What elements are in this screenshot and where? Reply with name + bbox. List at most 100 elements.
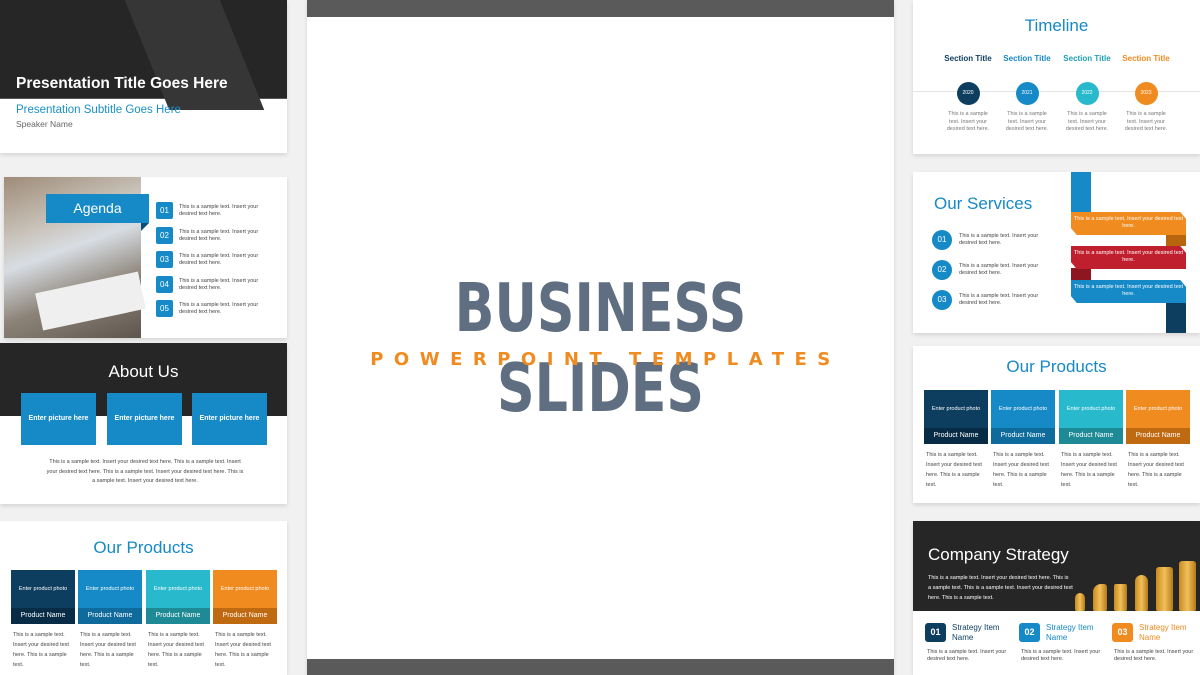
speaker-name: Speaker Name [16,119,73,129]
service-number: 01 [932,230,952,250]
product-description: This is a sample text. Insert your desir… [1061,452,1117,488]
slide-thumbnail-products[interactable]: Our Products Enter product photo Product… [0,521,287,675]
slide-thumbnail-agenda[interactable]: Agenda 01 This is a sample text. Insert … [4,177,287,338]
timeline-text: This is a sample text. Insert your desir… [1005,111,1049,132]
product-description: This is a sample text. Insert your desir… [926,452,982,488]
timeline-item: Section Title 2022 This is a sample text… [1057,54,1117,134]
agenda-tag-fold [141,223,149,231]
product-photo: Enter product photo [924,390,988,428]
product-photo: Enter product photo [1059,390,1123,428]
product-name: Product Name [11,608,75,624]
slide-thumbnail-products[interactable]: Our Products Enter product photo Product… [913,346,1200,503]
picture-placeholder: Enter picture here [192,393,267,445]
product-photo: Enter product photo [991,390,1055,428]
strategy-item-name: Strategy Item Name [952,623,1000,642]
slide-thumbnail-timeline[interactable]: Timeline Section Title 2020 This is a sa… [913,0,1200,154]
product-photo: Enter product photo [146,570,210,608]
chess-queen-icon [1156,567,1173,611]
agenda-item-number: 05 [156,300,173,317]
ribbon-banner: This is a sample text. Insert your desir… [1071,246,1186,269]
service-number: 03 [932,290,952,310]
strategy-item-name: Strategy Item Name [1139,623,1187,642]
strategy-item-text: This is a sample text. Insert your desir… [1021,649,1101,662]
timeline-item: Section Title 2023 This is a sample text… [1116,54,1176,134]
hero-subtitle: POWERPOINT TEMPLATES [370,349,841,370]
product-photo: Enter product photo [78,570,142,608]
agenda-item-text: This is a sample text. Insert your desir… [179,301,259,315]
agenda-item-number: 01 [156,202,173,219]
product-name: Product Name [1126,428,1190,444]
chess-pawn-icon [1075,593,1085,611]
service-text: This is a sample text. Insert your desir… [959,232,1039,247]
slide-thumbnail-strategy[interactable]: Company Strategy This is a sample text. … [913,521,1200,675]
agenda-item-text: This is a sample text. Insert your desir… [179,228,259,242]
service-item: 03 This is a sample text. Insert your de… [932,290,1044,310]
timeline-year-dot: 2021 [1015,82,1039,105]
chess-knight-icon [1093,584,1107,611]
strategy-item-number: 03 [1112,623,1133,642]
strategy-item-text: This is a sample text. Insert your desir… [927,649,1007,662]
product-description: This is a sample text. Insert your desir… [993,452,1049,488]
products-title: Our Products [93,538,194,557]
product-card: Enter product photo Product Name This is… [991,390,1055,490]
timeline-title: Timeline [1024,16,1089,35]
picture-placeholder: Enter picture here [107,393,182,445]
strategy-item-number: 01 [925,623,946,642]
agenda-item-text: This is a sample text. Insert your desir… [179,203,259,217]
timeline-text: This is a sample text. Insert your desir… [1065,111,1109,132]
product-description: This is a sample text. Insert your desir… [148,632,204,668]
products-title: Our Products [1006,357,1107,376]
service-number: 02 [932,260,952,280]
product-card: Enter product photo Product Name This is… [1126,390,1190,490]
timeline-text: This is a sample text. Insert your desir… [1124,111,1168,132]
slide-thumbnail-services[interactable]: Our Services 01 This is a sample text. I… [913,172,1200,333]
timeline-year-dot: 2020 [956,82,980,105]
product-card: Enter product photo Product Name This is… [1059,390,1123,490]
agenda-item-number: 03 [156,251,173,268]
chess-bishop-icon [1135,575,1148,611]
agenda-item-text: This is a sample text. Insert your desir… [179,277,259,291]
product-name: Product Name [213,608,277,624]
product-card: Enter product photo Product Name This is… [11,570,75,670]
agenda-item: 05 This is a sample text. Insert your de… [156,300,264,317]
slide-thumbnail-title[interactable]: Presentation Title Goes Here Presentatio… [0,0,287,153]
product-card: Enter product photo Product Name This is… [78,570,142,670]
timeline-section-title: Section Title [1003,54,1051,63]
timeline-year-dot: 2023 [1134,82,1158,105]
slide-thumbnail-about[interactable]: About Us Enter picture here Enter pictur… [0,343,287,504]
product-name: Product Name [991,428,1055,444]
product-name: Product Name [924,428,988,444]
timeline-section-title: Section Title [1122,54,1170,63]
ribbon-banner: This is a sample text. Insert your desir… [1071,212,1186,235]
about-text: This is a sample text. Insert your desir… [46,459,244,484]
strategy-title: Company Strategy [928,545,1069,564]
ribbon-banner: This is a sample text. Insert your desir… [1071,280,1186,303]
picture-placeholder: Enter picture here [21,393,96,445]
product-name: Product Name [78,608,142,624]
top-gray-bar [307,0,894,17]
agenda-item: 02 This is a sample text. Insert your de… [156,227,264,244]
agenda-item-text: This is a sample text. Insert your desir… [179,252,259,266]
product-description: This is a sample text. Insert your desir… [80,632,136,668]
product-description: This is a sample text. Insert your desir… [13,632,69,668]
chess-rook-icon [1114,584,1127,611]
product-photo: Enter product photo [1126,390,1190,428]
agenda-item-number: 04 [156,276,173,293]
ribbon-connector-navy [1166,302,1186,333]
main-slide-preview[interactable]: BUSINESS SLIDES POWERPOINT TEMPLATES [307,0,894,675]
presentation-title: Presentation Title Goes Here [16,75,228,92]
strategy-item-text: This is a sample text. Insert your desir… [1114,649,1194,662]
strategy-item-number: 02 [1019,623,1040,642]
timeline-section-title: Section Title [944,54,992,63]
hero-title: BUSINESS SLIDES [454,269,747,427]
agenda-item: 01 This is a sample text. Insert your de… [156,202,264,219]
product-description: This is a sample text. Insert your desir… [215,632,271,668]
product-photo: Enter product photo [213,570,277,608]
about-title: About Us [108,362,179,381]
services-title: Our Services [934,194,1033,213]
ribbon-connector-blue [1071,172,1091,214]
product-description: This is a sample text. Insert your desir… [1128,452,1184,488]
presentation-subtitle: Presentation Subtitle Goes Here [16,104,181,116]
service-item: 01 This is a sample text. Insert your de… [932,230,1044,250]
timeline-section-title: Section Title [1063,54,1111,63]
